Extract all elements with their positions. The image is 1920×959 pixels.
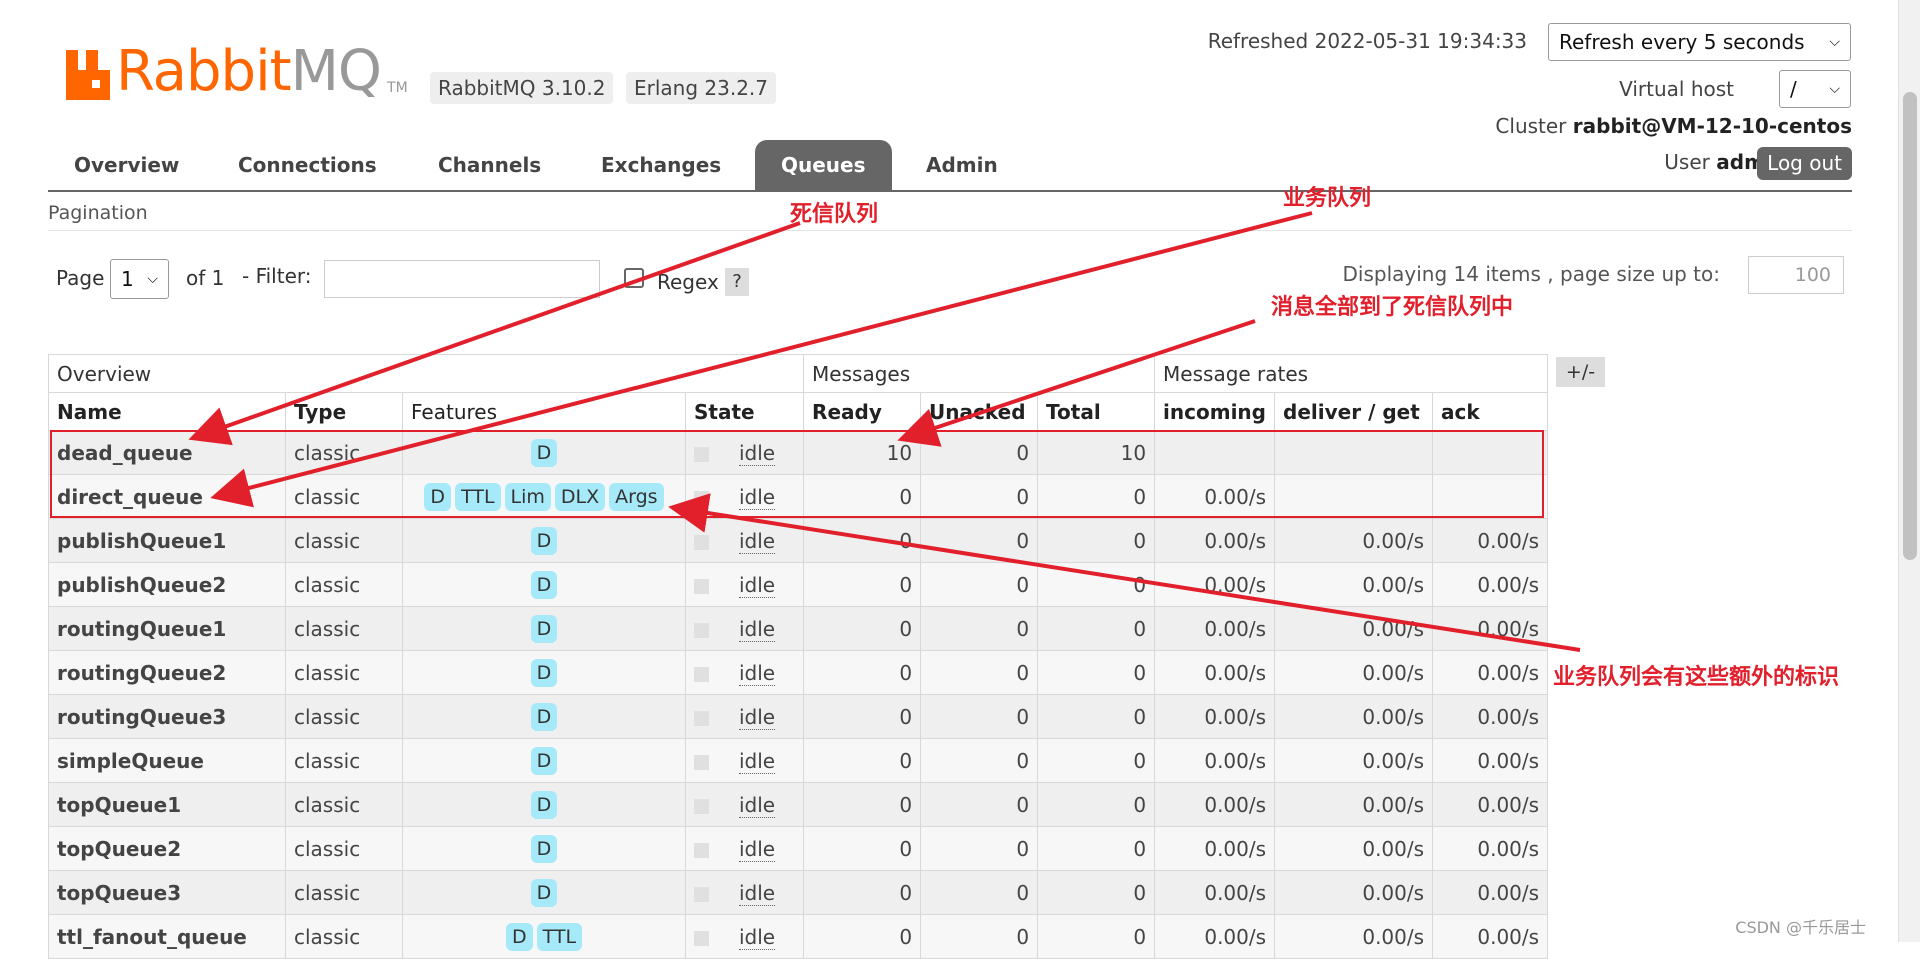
arrow-direct-queue (210, 211, 1313, 508)
annotation-arrows (188, 211, 1581, 652)
arrow-dead-queue (188, 221, 801, 446)
annotation-features: 业务队列会有这些额外的标识 (1553, 665, 1840, 690)
annotation-messages: 消息全部到了死信队列中 (1271, 295, 1514, 320)
watermark: CSDN @千乐居士 (1735, 918, 1866, 937)
scrollbar-thumb[interactable] (1903, 92, 1917, 560)
arrow-ready-messages (897, 319, 1256, 447)
arrow-features (668, 493, 1581, 652)
page: RabbitMQ TM RabbitMQ 3.10.2 Erlang 23.2.… (0, 0, 1898, 959)
annotation-dead-queue: 死信队列 (790, 202, 879, 227)
annotation-business-queue: 业务队列 (1283, 186, 1372, 211)
vertical-scrollbar[interactable] (1898, 0, 1920, 942)
